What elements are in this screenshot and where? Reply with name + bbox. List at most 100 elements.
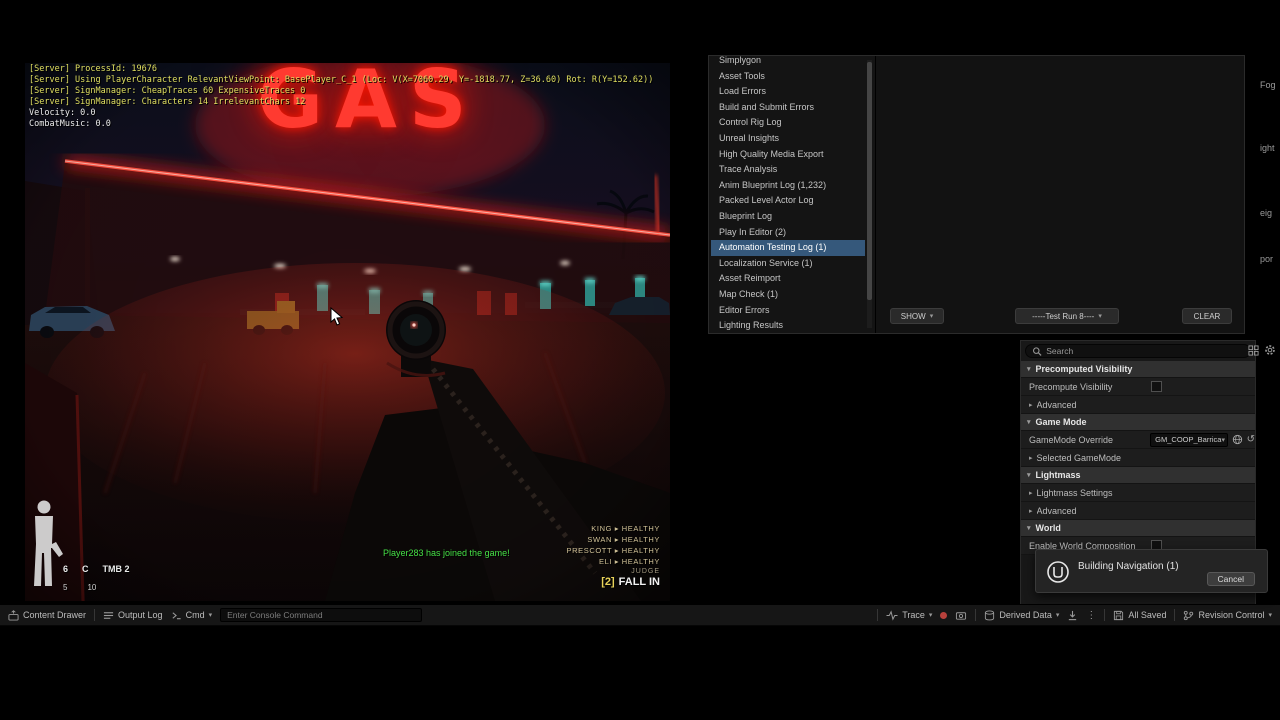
separator [1104, 609, 1106, 621]
log-category[interactable]: Simplygon [711, 53, 865, 69]
row-advanced-1[interactable]: ▸ Advanced [1021, 396, 1255, 414]
status-bar: Content Drawer Output Log Cmd ▾ Trace ▾ [0, 604, 1280, 626]
all-saved-indicator[interactable]: All Saved [1113, 610, 1166, 621]
section-precomputed-visibility[interactable]: ▾ Precomputed Visibility [1021, 361, 1255, 378]
game-viewport[interactable]: GAS [Server] ProcessId: 19676 [Server] U… [25, 63, 670, 601]
row-advanced-2[interactable]: ▸ Advanced [1021, 502, 1255, 520]
log-category[interactable]: Asset Reimport [711, 271, 865, 287]
row-gamemode-override: GameMode Override GM_COOP_Barrica ▾ ↺ [1021, 431, 1255, 449]
log-category[interactable]: Unreal Insights [711, 131, 865, 147]
trace-record-icon[interactable] [940, 611, 948, 619]
log-category[interactable]: Play In Editor (2) [711, 225, 865, 241]
log-category[interactable]: Map Check (1) [711, 287, 865, 303]
squad-status-row: SWAN ▸ HEALTHY [587, 535, 660, 544]
property-label: GameMode Override [1029, 434, 1114, 445]
content-drawer-button[interactable]: Content Drawer [8, 609, 87, 621]
order-key: [2] [601, 576, 615, 588]
clipped-panel-label: ight [1260, 143, 1275, 153]
reset-to-default-icon[interactable]: ↺ [1247, 434, 1255, 445]
revision-control-label: Revision Control [1198, 610, 1265, 620]
debug-line: [Server] SignManager: Characters 14 Irre… [29, 97, 306, 107]
debug-line: [Server] SignManager: CheapTraces 60 Exp… [29, 86, 306, 96]
test-run-selector[interactable]: -----Test Run 8---- ▾ [1015, 308, 1119, 324]
message-log-window: Simplygon Asset Tools Load Errors Build … [708, 55, 1245, 334]
show-filter-button[interactable]: SHOW ▾ [890, 308, 944, 324]
trace-button[interactable]: Trace ▾ [886, 609, 933, 621]
log-category[interactable]: Load Errors [711, 84, 865, 100]
message-log-content: SHOW ▾ -----Test Run 8---- ▾ CLEAR [875, 56, 1244, 333]
derived-data-button[interactable]: Derived Data ▾ [984, 609, 1060, 621]
clipped-panel-label: por [1260, 254, 1274, 264]
screenshot-camera-icon[interactable] [955, 610, 967, 621]
chevron-down-icon: ▾ [1268, 612, 1272, 619]
search-box[interactable] [1025, 344, 1251, 358]
combat-music-line: CombatMusic: 0.0 [29, 119, 111, 129]
chevron-down-icon: ▾ [928, 612, 933, 619]
chevron-down-icon: ▾ [1098, 313, 1102, 320]
content-drawer-icon [8, 609, 19, 621]
section-lightmass[interactable]: ▾ Lightmass [1021, 467, 1255, 484]
cancel-button[interactable]: Cancel [1206, 572, 1255, 586]
log-category[interactable]: Control Rig Log [711, 115, 865, 131]
soldier-stance-icon [34, 500, 63, 586]
advanced-label: Advanced [1036, 505, 1077, 516]
log-category[interactable]: Packed Level Actor Log [711, 193, 865, 209]
row-lightmass-settings[interactable]: ▸ Lightmass Settings [1021, 484, 1255, 502]
trace-icon [886, 609, 898, 621]
log-category-selected[interactable]: Automation Testing Log (1) [711, 240, 865, 256]
log-category[interactable]: Blueprint Log [711, 209, 865, 225]
content-drawer-label: Content Drawer [23, 610, 87, 620]
squad-status-row: KING ▸ HEALTHY [591, 524, 660, 533]
log-category[interactable]: Build and Submit Errors [711, 100, 865, 116]
section-label: World [1035, 523, 1061, 533]
chevron-down-icon: ▾ [1027, 472, 1031, 479]
squad-status-row: ELI ▸ HEALTHY [598, 557, 660, 566]
more-options-kebab-icon[interactable]: ⋮ [1086, 610, 1096, 621]
details-search-row [1021, 341, 1255, 361]
log-category[interactable]: Trace Analysis [711, 162, 865, 178]
player-joined-message: Player283 has joined the game! [383, 548, 510, 558]
ammo-total: 10 [87, 583, 97, 592]
debug-text-block: [Server] ProcessId: 19676 [Server] Using… [29, 64, 653, 130]
download-icon[interactable] [1067, 610, 1078, 621]
squad-order: JUDGE [2] FALL IN [601, 568, 660, 588]
order-command: [2] FALL IN [601, 576, 660, 588]
test-run-label: -----Test Run 8---- [1032, 311, 1095, 321]
view-options-grid-icon[interactable] [1248, 344, 1259, 356]
section-label: Lightmass [1035, 470, 1081, 480]
advanced-label: Advanced [1036, 399, 1077, 410]
chevron-down-icon: ▾ [1027, 525, 1031, 532]
clear-label: CLEAR [1193, 311, 1221, 321]
browse-globe-icon[interactable] [1232, 434, 1243, 445]
log-category[interactable]: High Quality Media Export [711, 147, 865, 163]
log-category[interactable]: Asset Tools [711, 69, 865, 85]
ammo-firemode: C [82, 564, 89, 574]
output-log-button[interactable]: Output Log [103, 610, 163, 621]
unreal-logo-icon [1047, 561, 1069, 583]
revision-control-branch-icon [1184, 610, 1194, 620]
scrollbar-thumb[interactable] [867, 62, 872, 300]
separator [94, 609, 96, 621]
cmd-selector[interactable]: Cmd ▾ [171, 610, 212, 621]
order-leader: JUDGE [631, 568, 660, 575]
precompute-visibility-checkbox[interactable] [1151, 381, 1162, 392]
search-input[interactable] [1046, 346, 1244, 356]
log-category[interactable]: Editor Errors [711, 303, 865, 319]
row-selected-gamemode[interactable]: ▸ Selected GameMode [1021, 449, 1255, 467]
show-label: SHOW [900, 311, 926, 321]
log-category[interactable]: Anim Blueprint Log (1,232) [711, 178, 865, 194]
category-list-scrollbar[interactable] [867, 60, 872, 328]
log-category[interactable]: Lighting Results [711, 318, 865, 334]
settings-gear-icon[interactable] [1264, 344, 1276, 356]
clear-button[interactable]: CLEAR [1182, 308, 1232, 324]
revision-control-button[interactable]: Revision Control ▾ [1183, 610, 1272, 621]
console-command-input[interactable] [220, 608, 423, 622]
section-game-mode[interactable]: ▾ Game Mode [1021, 414, 1255, 431]
chevron-down-icon: ▾ [1027, 419, 1031, 426]
squad-status-row: PRESCOTT ▸ HEALTHY [566, 546, 660, 555]
derived-data-label: Derived Data [999, 610, 1052, 620]
section-world[interactable]: ▾ World [1021, 520, 1255, 537]
gamemode-override-dropdown[interactable]: GM_COOP_Barrica ▾ [1150, 432, 1228, 447]
chevron-down-icon: ▾ [1055, 612, 1060, 619]
log-category[interactable]: Localization Service (1) [711, 256, 865, 272]
